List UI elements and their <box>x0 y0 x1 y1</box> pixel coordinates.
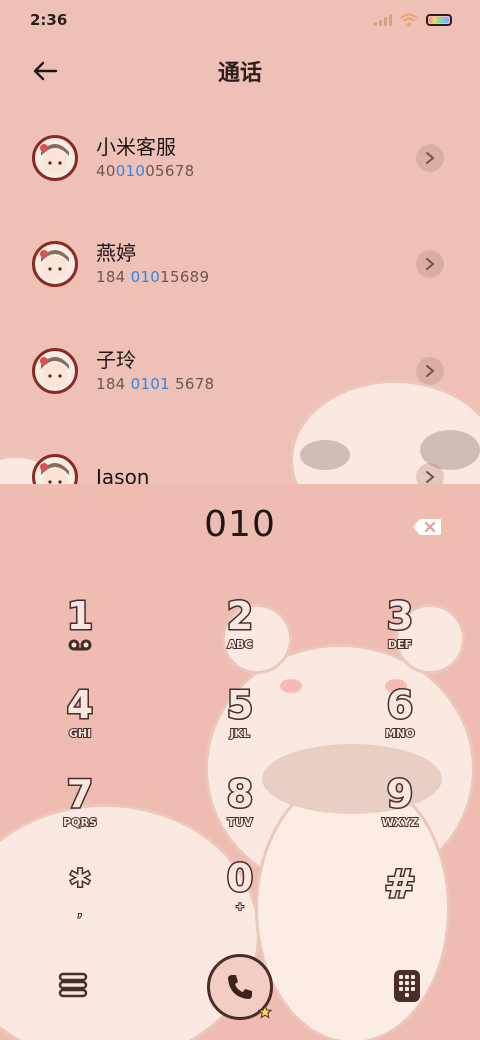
chevron-right-icon <box>426 258 435 270</box>
voicemail-icon <box>68 639 92 651</box>
avatar <box>32 348 78 394</box>
status-time: 2:36 <box>30 11 68 29</box>
contact-number: 4001005678 <box>96 162 195 180</box>
dialed-number-display: 010 <box>204 504 276 545</box>
page-title: 通话 <box>217 61 262 86</box>
contact-row[interactable]: 子玲 184 0101 5678 <box>0 318 480 424</box>
header: 通话 <box>0 44 480 98</box>
key-6[interactable]: 6 MNO <box>360 682 440 753</box>
call-button[interactable] <box>207 954 273 1020</box>
key-3[interactable]: 3 DEF <box>360 593 440 664</box>
menu-icon <box>58 972 88 998</box>
contact-detail-button[interactable] <box>416 357 444 385</box>
contact-row[interactable]: Jason <box>0 424 480 484</box>
contact-info: 燕婷 184 01015689 <box>96 240 209 288</box>
chevron-right-icon <box>426 365 435 377</box>
contact-name: 子玲 <box>96 348 136 372</box>
key-hash[interactable]: # <box>360 861 440 932</box>
signal-icon <box>374 14 392 26</box>
key-star[interactable]: * , <box>40 861 120 932</box>
phone-icon <box>228 975 252 999</box>
contact-info: 小米客服 4001005678 <box>96 134 194 182</box>
back-button[interactable] <box>28 54 62 88</box>
contact-suggestion-list: 小米客服 4001005678 燕婷 184 01015689 子玲 184 0… <box>0 100 480 484</box>
avatar <box>32 241 78 287</box>
chevron-right-icon <box>426 471 435 483</box>
contact-name: Jason <box>96 465 150 484</box>
contact-info: 子玲 184 0101 5678 <box>96 347 214 395</box>
status-bar: 2:36 <box>0 0 480 40</box>
contact-name: 小米客服 <box>96 135 176 159</box>
key-1[interactable]: 1 <box>40 593 120 664</box>
menu-button[interactable] <box>56 970 90 1000</box>
avatar <box>32 135 78 181</box>
key-5[interactable]: 5 JKL <box>200 682 280 753</box>
backspace-icon <box>413 519 441 535</box>
status-icons <box>374 13 452 27</box>
contact-row[interactable]: 燕婷 184 01015689 <box>0 211 480 317</box>
star-icon <box>258 1005 272 1019</box>
bottom-action-bar <box>0 950 480 1030</box>
contact-info: Jason <box>96 464 150 484</box>
battery-icon <box>426 14 452 26</box>
key-2[interactable]: 2 ABC <box>200 593 280 664</box>
keypad-toggle-button[interactable] <box>392 968 422 1004</box>
avatar <box>32 454 78 484</box>
wifi-icon <box>400 13 418 27</box>
contact-name: 燕婷 <box>96 241 136 265</box>
key-0[interactable]: 0 + <box>200 855 280 926</box>
key-8[interactable]: 8 TUV <box>200 771 280 842</box>
contact-detail-button[interactable] <box>416 144 444 172</box>
key-7[interactable]: 7 PQRS <box>40 771 120 842</box>
key-4[interactable]: 4 GHI <box>40 682 120 753</box>
contact-detail-button[interactable] <box>416 463 444 484</box>
delete-button[interactable] <box>412 518 442 536</box>
key-9[interactable]: 9 WXYZ <box>360 771 440 842</box>
contact-number: 184 01015689 <box>96 268 210 286</box>
keypad-icon <box>394 970 420 1002</box>
contact-number: 184 0101 5678 <box>96 375 215 393</box>
contact-row[interactable]: 小米客服 4001005678 <box>0 105 480 211</box>
chevron-right-icon <box>426 152 435 164</box>
arrow-left-icon <box>33 61 58 81</box>
contact-detail-button[interactable] <box>416 250 444 278</box>
